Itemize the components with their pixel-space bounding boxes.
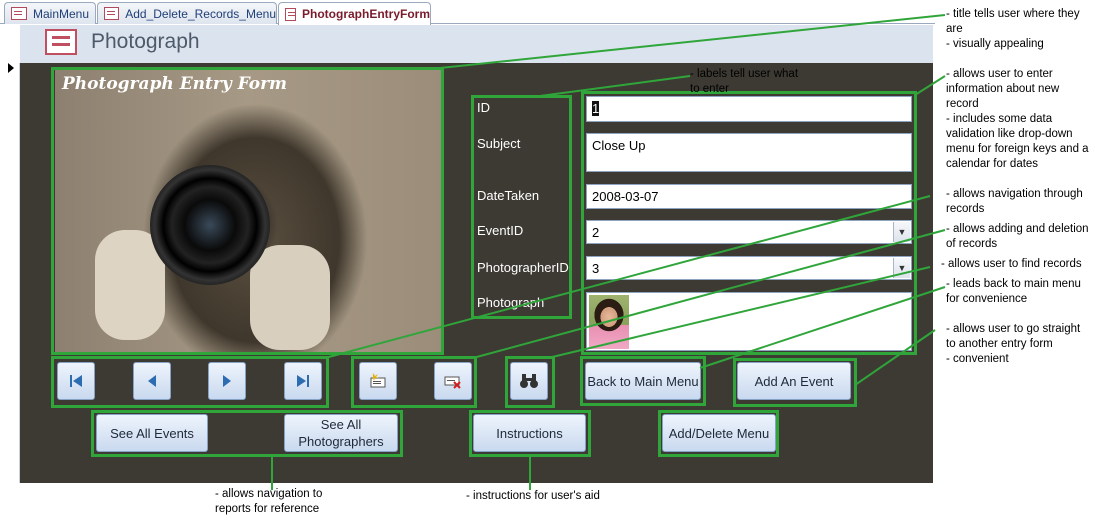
annotation-reports-note: - allows navigation to reports for refer…	[215, 488, 323, 515]
annotation-back-note: - leads back to main menu for convenienc…	[946, 278, 1081, 305]
annotation-navigation-note: - allows navigation through records	[946, 188, 1083, 215]
annotation-instructions-note: - instructions for user's aid	[466, 490, 600, 502]
annotation-entry-form-note: - allows user to go straight to another …	[946, 323, 1081, 365]
annotation-leader-lines	[271, 14, 946, 490]
annotation-labels-note: - labels tell user what to enter	[690, 68, 799, 95]
annotation-fields-note: - allows user to enter information about…	[946, 68, 1089, 170]
annotation-find-note: - allows user to find records	[941, 258, 1082, 270]
annotation-title-note: - title tells user where they are - visu…	[946, 8, 1080, 50]
annotation-add-delete-note: - allows adding and deletion of records	[946, 223, 1089, 250]
